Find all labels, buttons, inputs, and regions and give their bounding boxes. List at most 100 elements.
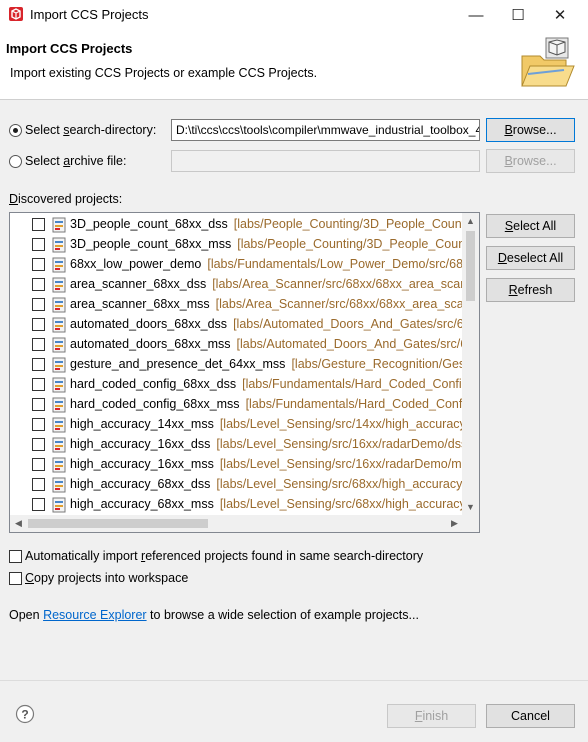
project-checkbox[interactable] [32, 438, 45, 451]
vertical-scrollbar[interactable]: ▲ ▼ [462, 213, 479, 516]
project-path-text: [labs/Area_Scanner/src/68xx/68xx_area_sc… [215, 297, 463, 311]
archive-file-radio[interactable] [9, 155, 22, 168]
auto-import-checkbox[interactable] [9, 550, 22, 563]
project-name-text: hard_coded_config_68xx_mss [70, 397, 240, 411]
copy-projects-checkbox[interactable] [9, 572, 22, 585]
project-checkbox[interactable] [32, 258, 45, 271]
discovered-projects-label: Discovered projects: [9, 192, 123, 206]
ccs-app-icon [9, 7, 23, 21]
search-directory-field[interactable]: D:\ti\ccs\ccs\tools\compiler\mmwave_indu… [171, 119, 480, 141]
project-checkbox[interactable] [32, 318, 45, 331]
scroll-up-icon[interactable]: ▲ [462, 213, 479, 230]
resource-explorer-suffix: to browse a wide selection of example pr… [146, 608, 419, 622]
horizontal-scrollbar[interactable]: ◀ ▶ [10, 515, 463, 532]
project-name-text: high_accuracy_68xx_mss [70, 497, 214, 511]
project-row[interactable]: area_scanner_68xx_dss [labs/Area_Scanner/… [10, 275, 463, 295]
project-checkbox[interactable] [32, 298, 45, 311]
project-row[interactable]: hard_coded_config_68xx_dss [labs/Fundamen… [10, 375, 463, 395]
project-row[interactable]: high_accuracy_14xx_mss [labs/Level_Sensin… [10, 415, 463, 435]
search-directory-label: Select search-directory: [25, 123, 157, 137]
search-directory-radio[interactable] [9, 124, 22, 137]
project-name: 3D_people_count_68xx_mss [labs/People_Cou… [70, 237, 463, 251]
project-row[interactable]: high_accuracy_16xx_mss [labs/Level_Sensin… [10, 455, 463, 475]
discovered-projects-list[interactable]: 3D_people_count_68xx_dss [labs/People_Cou… [9, 212, 480, 533]
ccs-project-icon [52, 497, 66, 513]
project-row[interactable]: hard_coded_config_68xx_mss [labs/Fundamen… [10, 395, 463, 415]
project-name: hard_coded_config_68xx_dss [labs/Fundamen… [70, 377, 463, 391]
project-name-text: 68xx_low_power_demo [70, 257, 202, 271]
archive-file-label: Select archive file: [25, 154, 127, 168]
browse-directory-button[interactable]: Browse... [486, 118, 575, 142]
auto-import-label: Automatically import referenced projects… [25, 549, 424, 563]
project-checkbox[interactable] [32, 338, 45, 351]
project-checkbox[interactable] [32, 478, 45, 491]
maximize-button[interactable]: ☐ [498, 0, 538, 30]
help-icon[interactable]: ? [15, 704, 35, 724]
archive-file-field[interactable] [171, 150, 480, 172]
project-name-text: 3D_people_count_68xx_mss [70, 237, 232, 251]
project-name-text: automated_doors_68xx_mss [70, 337, 231, 351]
project-name-text: gesture_and_presence_det_64xx_mss [70, 357, 286, 371]
project-name: automated_doors_68xx_mss [labs/Automated_… [70, 337, 463, 351]
project-checkbox[interactable] [32, 378, 45, 391]
minimize-button[interactable]: — [456, 0, 496, 30]
project-name: area_scanner_68xx_mss [labs/Area_Scanner/… [70, 297, 463, 311]
project-path-text: [labs/People_Counting/3D_People_Counting… [237, 237, 463, 251]
refresh-button[interactable]: Refresh [486, 278, 575, 302]
project-name-text: automated_doors_68xx_dss [70, 317, 228, 331]
project-name-text: hard_coded_config_68xx_dss [70, 377, 237, 391]
project-row[interactable]: gesture_and_presence_det_64xx_mss [labs/G… [10, 355, 463, 375]
project-checkbox[interactable] [32, 398, 45, 411]
scroll-left-icon[interactable]: ◀ [10, 515, 27, 532]
scroll-down-icon[interactable]: ▼ [462, 499, 479, 516]
resource-explorer-link[interactable]: Resource Explorer [43, 608, 147, 622]
project-row[interactable]: automated_doors_68xx_dss [labs/Automated_… [10, 315, 463, 335]
project-row[interactable]: high_accuracy_16xx_dss [labs/Level_Sensin… [10, 435, 463, 455]
ccs-project-icon [52, 477, 66, 493]
project-row[interactable]: automated_doors_68xx_mss [labs/Automated_… [10, 335, 463, 355]
project-checkbox[interactable] [32, 218, 45, 231]
project-checkbox[interactable] [32, 358, 45, 371]
cancel-button[interactable]: Cancel [486, 704, 575, 728]
project-name: high_accuracy_68xx_dss [labs/Level_Sensin… [70, 477, 463, 491]
project-path-text: [labs/Fundamentals/Hard_Coded_Config/src… [245, 397, 463, 411]
project-name: high_accuracy_14xx_mss [labs/Level_Sensin… [70, 417, 463, 431]
project-rows: 3D_people_count_68xx_dss [labs/People_Cou… [10, 213, 463, 516]
wizard-banner: Import CCS Projects Import existing CCS … [0, 30, 588, 100]
project-path-text: [labs/Automated_Doors_And_Gates/src/68xx… [233, 317, 463, 331]
title-bar: Import CCS Projects — ☐ ✕ [0, 0, 588, 30]
ccs-project-icon [52, 437, 66, 453]
ccs-project-icon [52, 457, 66, 473]
project-name-text: high_accuracy_68xx_dss [70, 477, 211, 491]
close-button[interactable]: ✕ [540, 0, 580, 30]
project-name-text: high_accuracy_16xx_mss [70, 457, 214, 471]
project-name-text: area_scanner_68xx_dss [70, 277, 207, 291]
project-path-text: [labs/Gesture_Recognition/Gesture_and_Pr… [291, 357, 463, 371]
deselect-all-button[interactable]: Deselect All [486, 246, 575, 270]
project-checkbox[interactable] [32, 498, 45, 511]
footer-separator [0, 680, 588, 681]
finish-button[interactable]: Finish [387, 704, 476, 728]
project-name: hard_coded_config_68xx_mss [labs/Fundamen… [70, 397, 463, 411]
project-checkbox[interactable] [32, 278, 45, 291]
project-checkbox[interactable] [32, 418, 45, 431]
project-row[interactable]: area_scanner_68xx_mss [labs/Area_Scanner/… [10, 295, 463, 315]
horizontal-scroll-thumb[interactable] [28, 519, 208, 528]
project-checkbox[interactable] [32, 458, 45, 471]
project-row[interactable]: 3D_people_count_68xx_dss [labs/People_Cou… [10, 215, 463, 235]
project-path-text: [labs/Level_Sensing/src/68xx/high_accura… [216, 477, 463, 491]
select-all-button[interactable]: Select All [486, 214, 575, 238]
project-checkbox[interactable] [32, 238, 45, 251]
project-row[interactable]: high_accuracy_68xx_dss [labs/Level_Sensin… [10, 475, 463, 495]
banner-description: Import existing CCS Projects or example … [10, 66, 318, 80]
browse-archive-button[interactable]: Browse... [486, 149, 575, 173]
project-row[interactable]: high_accuracy_68xx_mss [labs/Level_Sensin… [10, 495, 463, 515]
ccs-project-icon [52, 297, 66, 313]
project-row[interactable]: 68xx_low_power_demo [labs/Fundamentals/Lo… [10, 255, 463, 275]
ccs-project-icon [52, 217, 66, 233]
scroll-right-icon[interactable]: ▶ [446, 515, 463, 532]
vertical-scroll-thumb[interactable] [466, 231, 475, 301]
project-path-text: [labs/Level_Sensing/src/16xx/radarDemo/m… [219, 457, 463, 471]
project-row[interactable]: 3D_people_count_68xx_mss [labs/People_Cou… [10, 235, 463, 255]
resource-explorer-text: Open Resource Explorer to browse a wide … [9, 608, 419, 622]
